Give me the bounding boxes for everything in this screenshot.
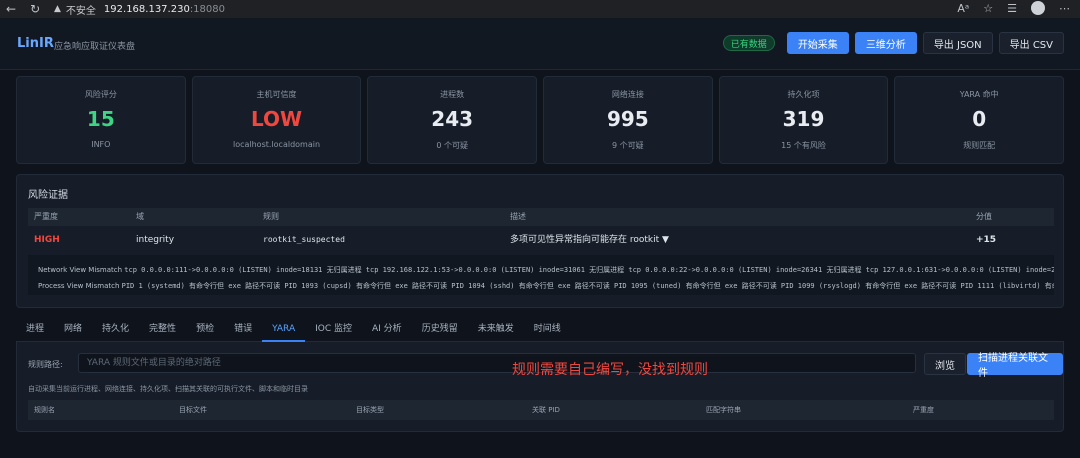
data-status-badge: 已有数据 [722, 35, 775, 51]
back-icon[interactable]: ← [6, 2, 16, 16]
profile-avatar[interactable] [1031, 1, 1045, 15]
yara-table-header: 规则名 目标文件 目标类型 关联 PID 匹配字符串 严重度 [28, 400, 1054, 420]
column-header-match-string: 匹配字符串 [706, 406, 741, 414]
card-label: 主机可信度 [256, 90, 297, 99]
tab-integrity[interactable]: 完整性 [139, 318, 186, 342]
column-header-rule-name: 规则名 [34, 406, 55, 414]
favorite-icon[interactable]: ☆ [983, 2, 993, 15]
page-bottom [0, 432, 1080, 458]
detail-label: Process View Mismatch [38, 282, 120, 290]
browser-chrome: ← ↻ ▲ 不安全 192.168.137.230 :18080 Aᵃ ☆ ☰ … [0, 0, 1080, 18]
domain-cell: integrity [136, 235, 175, 245]
table-header: 严重度 域 规则 描述 分值 [28, 208, 1054, 226]
score-cell: +15 [976, 235, 997, 245]
card-sub: 规则匹配 [963, 141, 996, 150]
detail-label: Network View Mismatch [38, 266, 123, 274]
column-header-severity: 严重度 [34, 212, 58, 221]
host-trust-card: 主机可信度 LOW localhost.localdomain [191, 76, 362, 164]
card-sub: 15 个有风险 [781, 141, 826, 150]
card-value: 15 [86, 107, 115, 131]
address-bar[interactable]: ▲ 不安全 192.168.137.230 :18080 [54, 2, 225, 17]
tab-future-triggers[interactable]: 未来触发 [468, 318, 524, 342]
card-label: 持久化项 [787, 90, 820, 99]
stat-cards: 风险评分 15 INFO 主机可信度 LOW localhost.localdo… [16, 76, 1065, 164]
severity-cell: HIGH [34, 235, 60, 245]
card-value: 243 [431, 107, 474, 131]
card-value: LOW [250, 107, 303, 131]
evidence-detail: Network View Mismatch tcp 0.0.0.0:111->0… [28, 255, 1054, 295]
card-sub: 9 个可疑 [612, 141, 644, 150]
read-aloud-icon[interactable]: Aᵃ [957, 2, 969, 15]
process-mismatch-line: Process View Mismatch PID 1 (systemd) 有命… [38, 281, 1054, 291]
reload-icon[interactable]: ↻ [30, 2, 40, 16]
export-json-button[interactable]: 导出 JSON [922, 32, 993, 54]
warning-icon: ▲ [54, 4, 61, 14]
network-mismatch-line: Network View Mismatch tcp 0.0.0.0:111->0… [38, 265, 1054, 275]
tab-yara[interactable]: YARA [262, 318, 306, 342]
url-port: :18080 [189, 3, 225, 15]
column-header-pid: 关联 PID [532, 406, 560, 414]
process-count-card: 进程数 243 0 个可疑 [367, 76, 538, 164]
column-header-description: 描述 [510, 212, 526, 221]
rule-path-input[interactable] [78, 353, 916, 373]
tab-timeline[interactable]: 时间线 [524, 318, 571, 342]
card-label: 进程数 [440, 90, 465, 99]
column-header-score: 分值 [976, 212, 992, 221]
yara-hint: 自动采集当前运行进程、网络连接、持久化项、扫描其关联的可执行文件、脚本和临时目录 [28, 385, 308, 393]
description-cell[interactable]: 多项可见性异常指向可能存在 rootkit ▼ [510, 230, 669, 250]
column-header-target-type: 目标类型 [356, 406, 384, 414]
annotation-text: 规则需要自己编写，没找到规则 [512, 362, 708, 378]
tab-precheck[interactable]: 预检 [186, 318, 224, 342]
more-icon[interactable]: ⋯ [1059, 2, 1070, 15]
card-sub: localhost.localdomain [232, 140, 321, 149]
risk-evidence-panel: 风险证据 严重度 域 规则 描述 分值 HIGH integrity rootk… [16, 174, 1064, 308]
card-value: 0 [972, 107, 987, 131]
tab-network[interactable]: 网络 [54, 318, 92, 342]
tab-errors[interactable]: 错误 [224, 318, 262, 342]
table-row[interactable]: HIGH integrity rootkit_suspected 多项可见性异常… [28, 230, 1054, 250]
tab-persistence[interactable]: 持久化 [92, 318, 139, 342]
start-collect-button[interactable]: 开始采集 [786, 32, 849, 54]
panel-title: 风险证据 [28, 190, 68, 201]
favorites-list-icon[interactable]: ☰ [1007, 2, 1017, 15]
header-actions: 已有数据 开始采集 三维分析 导出 JSON 导出 CSV [722, 32, 1064, 54]
card-label: 网络连接 [611, 90, 644, 99]
browser-actions: Aᵃ ☆ ☰ ⋯ [957, 1, 1070, 15]
card-sub: INFO [91, 140, 111, 149]
three-d-analysis-button[interactable]: 三维分析 [854, 32, 917, 54]
tab-history[interactable]: 历史残留 [412, 318, 468, 342]
network-connections-card: 网络连接 995 9 个可疑 [543, 76, 713, 164]
yara-panel: 规则路径: 浏览 扫描进程关联文件 自动采集当前运行进程、网络连接、持久化项、扫… [16, 342, 1064, 432]
tab-ai-analysis[interactable]: AI 分析 [362, 318, 412, 342]
card-label: 风险评分 [84, 90, 117, 99]
security-label: 不安全 [65, 5, 96, 17]
detail-value: tcp 0.0.0.0:111->0.0.0.0:0 (LISTEN) inod… [124, 266, 1054, 274]
card-value: 319 [782, 107, 825, 131]
column-header-target-file: 目标文件 [179, 406, 207, 414]
card-label: YARA 命中 [959, 90, 999, 99]
brand-logo: LinIR [17, 36, 54, 51]
app-subtitle: 应急响应取证仪表盘 [54, 42, 136, 52]
card-sub: 0 个可疑 [436, 141, 468, 150]
persistence-card: 持久化项 319 15 个有风险 [718, 76, 889, 164]
main-tabs: 进程 网络 持久化 完整性 预检 错误 YARA IOC 监控 AI 分析 历史… [16, 318, 1064, 342]
browser-nav: ← ↻ [6, 2, 40, 16]
detail-value: PID 1 (systemd) 有命令行但 exe 路径不可读 PID 1093… [121, 282, 1054, 290]
tab-ioc-monitor[interactable]: IOC 监控 [305, 318, 362, 342]
browse-button[interactable]: 浏览 [924, 353, 966, 375]
rule-cell: rootkit_suspected [263, 235, 345, 244]
yara-hits-card: YARA 命中 0 规则匹配 [894, 76, 1065, 164]
app-header: LinIR 应急响应取证仪表盘 已有数据 开始采集 三维分析 导出 JSON 导… [0, 18, 1080, 70]
url-host: 192.168.137.230 [103, 3, 190, 15]
column-header-rule: 规则 [263, 212, 279, 221]
card-value: 995 [606, 107, 649, 131]
risk-score-card: 风险评分 15 INFO [16, 76, 186, 164]
scan-process-files-button[interactable]: 扫描进程关联文件 [967, 353, 1063, 379]
column-header-domain: 域 [136, 212, 144, 221]
column-header-severity: 严重度 [913, 406, 934, 414]
export-csv-button[interactable]: 导出 CSV [998, 32, 1064, 54]
tab-processes[interactable]: 进程 [16, 318, 54, 342]
rule-path-label: 规则路径: [28, 360, 63, 369]
